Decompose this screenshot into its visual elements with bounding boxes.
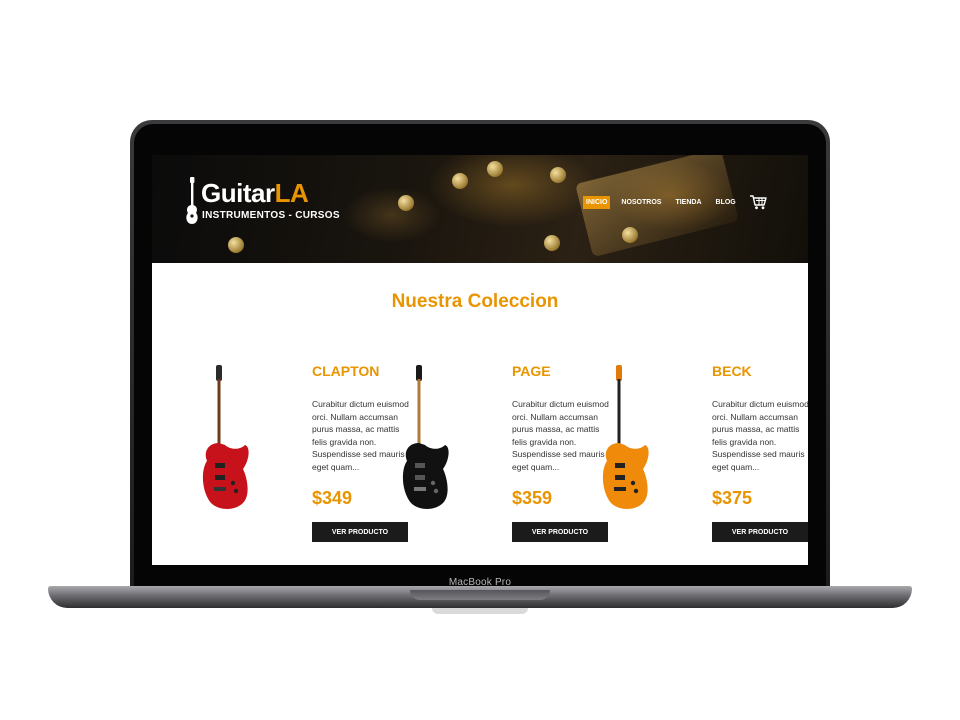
logo-name-main: Guitar <box>201 178 275 208</box>
tuning-peg-icon <box>544 235 560 251</box>
product-price: $359 <box>512 488 553 508</box>
page-title: Nuestra Coleccion <box>391 291 559 312</box>
product-card-beck: BECK Curabitur dictum euismod orci. Null… <box>599 355 808 555</box>
product-card-page: PAGE Curabitur dictum euismod orci. Null… <box>399 355 609 555</box>
guitar-image-beck <box>602 365 649 509</box>
site-logo[interactable]: GuitarLA INSTRUMENTOS - CURSOS <box>185 177 345 227</box>
laptop-shadow <box>432 608 528 614</box>
tuning-peg-icon <box>398 195 414 211</box>
view-product-button[interactable]: VER PRODUCTO <box>312 522 408 542</box>
product-description: Curabitur dictum euismod orci. Nullam ac… <box>712 399 808 472</box>
guitar-image-page <box>402 365 449 509</box>
product-name: CLAPTON <box>312 363 380 379</box>
tuning-peg-icon <box>622 227 638 243</box>
view-product-button[interactable]: VER PRODUCTO <box>512 522 608 542</box>
main-navigation: INICIO NOSOTROS TIENDA BLOG <box>583 193 767 211</box>
laptop-screen: GuitarLA INSTRUMENTOS - CURSOS INICIO NO… <box>152 155 808 565</box>
tuning-peg-icon <box>452 173 468 189</box>
nav-link-nosotros[interactable]: NOSOTROS <box>618 196 664 209</box>
laptop-notch <box>410 590 550 600</box>
logo-tagline: INSTRUMENTOS - CURSOS <box>202 210 340 221</box>
product-name: PAGE <box>512 363 551 379</box>
guitar-logo-icon <box>186 177 198 224</box>
view-product-button[interactable]: VER PRODUCTO <box>712 522 808 542</box>
logo-text: GuitarLA <box>201 178 309 208</box>
logo-name-accent: LA <box>274 178 309 208</box>
guitar-image-clapton <box>202 365 249 509</box>
product-price: $375 <box>712 488 753 508</box>
shopping-cart-icon[interactable] <box>749 194 767 210</box>
nav-link-inicio[interactable]: INICIO <box>583 195 611 209</box>
tuning-peg-icon <box>550 167 566 183</box>
product-name: BECK <box>712 363 752 379</box>
product-card-clapton: CLAPTON Curabitur dictum euismod orci. N… <box>199 355 409 555</box>
site-header: GuitarLA INSTRUMENTOS - CURSOS INICIO NO… <box>152 155 808 263</box>
tuning-peg-icon <box>487 161 503 177</box>
nav-link-tienda[interactable]: TIENDA <box>672 196 704 209</box>
nav-link-blog[interactable]: BLOG <box>713 196 739 209</box>
tuning-peg-icon <box>228 237 244 253</box>
product-price: $349 <box>312 488 353 508</box>
